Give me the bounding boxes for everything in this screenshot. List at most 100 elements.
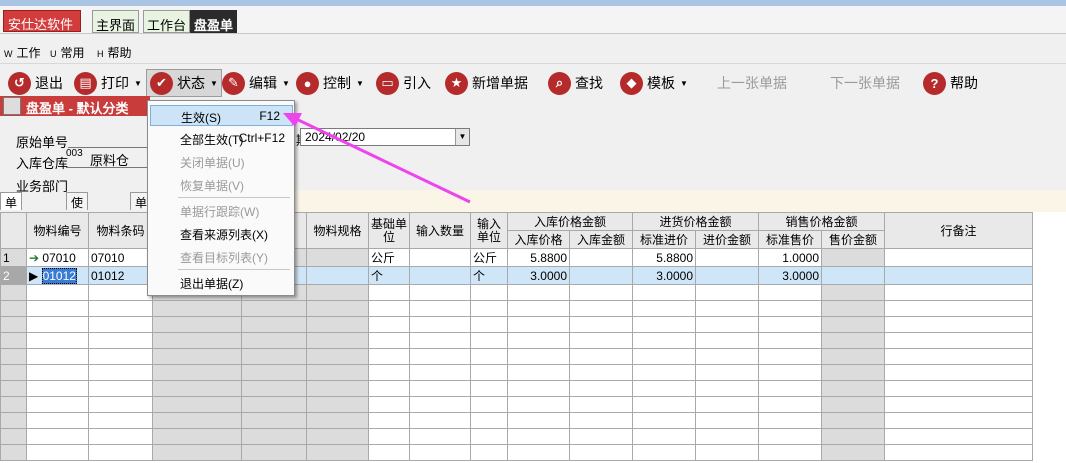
empty-cell[interactable] <box>241 412 307 429</box>
empty-cell[interactable] <box>821 316 885 333</box>
empty-cell[interactable] <box>152 364 242 381</box>
cell-barcode[interactable]: 01012 <box>88 266 153 285</box>
empty-cell[interactable] <box>569 300 633 317</box>
empty-cell[interactable] <box>758 284 822 301</box>
empty-cell[interactable] <box>88 428 153 445</box>
empty-cell[interactable] <box>368 364 410 381</box>
empty-cell[interactable] <box>88 332 153 349</box>
empty-cell[interactable] <box>241 444 307 461</box>
menu-item-exit-document[interactable]: 退出单据(Z) <box>150 272 293 293</box>
empty-cell[interactable] <box>306 348 369 365</box>
empty-cell[interactable] <box>632 380 696 397</box>
new-document-button[interactable]: ★ 新增单据 <box>445 69 528 97</box>
col-std-cost[interactable]: 标准进价 <box>632 230 696 249</box>
empty-cell[interactable] <box>409 348 471 365</box>
empty-cell[interactable] <box>507 364 570 381</box>
empty-cell[interactable] <box>821 396 885 413</box>
empty-cell[interactable] <box>409 444 471 461</box>
empty-row[interactable] <box>0 380 1033 397</box>
empty-cell[interactable] <box>821 444 885 461</box>
empty-cell[interactable] <box>695 444 759 461</box>
cell-input-unit[interactable]: 个 <box>470 266 508 285</box>
empty-cell[interactable] <box>695 316 759 333</box>
cell-input-qty[interactable] <box>409 248 471 267</box>
empty-cell[interactable] <box>409 332 471 349</box>
cell-in-amount[interactable] <box>569 248 633 267</box>
empty-cell[interactable] <box>695 332 759 349</box>
cell-std-cost[interactable]: 3.0000 <box>632 266 696 285</box>
empty-cell[interactable] <box>152 396 242 413</box>
empty-cell[interactable] <box>470 428 508 445</box>
empty-row[interactable] <box>0 332 1033 349</box>
empty-cell[interactable] <box>507 316 570 333</box>
cell-note[interactable] <box>884 266 1033 285</box>
cell-std-sale[interactable]: 1.0000 <box>758 248 822 267</box>
empty-cell[interactable] <box>758 332 822 349</box>
empty-cell[interactable] <box>368 300 410 317</box>
empty-cell[interactable] <box>306 316 369 333</box>
cell-in-amount[interactable] <box>569 266 633 285</box>
empty-cell[interactable] <box>470 348 508 365</box>
empty-row[interactable] <box>0 428 1033 445</box>
cell-code[interactable]: ▶ 01012 <box>26 266 89 285</box>
empty-cell[interactable] <box>368 316 410 333</box>
empty-cell[interactable] <box>758 396 822 413</box>
empty-row[interactable] <box>0 348 1033 365</box>
empty-cell[interactable] <box>470 364 508 381</box>
col-in-amount[interactable]: 入库金额 <box>569 230 633 249</box>
empty-cell[interactable] <box>26 396 89 413</box>
empty-cell[interactable] <box>758 444 822 461</box>
empty-cell[interactable] <box>758 364 822 381</box>
cell-spec[interactable] <box>306 248 369 267</box>
empty-cell[interactable] <box>821 364 885 381</box>
empty-cell[interactable] <box>821 300 885 317</box>
empty-cell[interactable] <box>241 316 307 333</box>
empty-cell[interactable] <box>88 348 153 365</box>
menu-item-view-source[interactable]: 查看来源列表(X) <box>150 223 293 244</box>
empty-cell[interactable] <box>409 396 471 413</box>
help-button[interactable]: ? 帮助 <box>923 69 978 97</box>
menu-item-activate[interactable]: 生效(S) F12 <box>150 105 293 126</box>
empty-cell[interactable] <box>632 316 696 333</box>
empty-cell[interactable] <box>632 428 696 445</box>
cell-sale-amount[interactable] <box>821 248 885 267</box>
empty-cell[interactable] <box>26 428 89 445</box>
empty-cell[interactable] <box>569 428 633 445</box>
empty-cell[interactable] <box>368 332 410 349</box>
col-spec[interactable]: 物料规格 <box>306 212 369 249</box>
empty-cell[interactable] <box>884 348 1033 365</box>
next-document-button[interactable]: 下一张单据 <box>830 69 900 97</box>
empty-cell[interactable] <box>241 380 307 397</box>
empty-cell[interactable] <box>368 396 410 413</box>
empty-cell[interactable] <box>569 332 633 349</box>
warehouse-field[interactable] <box>66 167 148 168</box>
empty-cell[interactable] <box>821 412 885 429</box>
empty-cell[interactable] <box>306 444 369 461</box>
empty-cell[interactable] <box>821 428 885 445</box>
cell-note[interactable] <box>884 248 1033 267</box>
empty-cell[interactable] <box>368 284 410 301</box>
empty-cell[interactable] <box>884 380 1033 397</box>
status-button[interactable]: ✔ 状态 ▼ <box>146 69 222 97</box>
empty-cell[interactable] <box>470 412 508 429</box>
empty-cell[interactable] <box>409 284 471 301</box>
find-button[interactable]: ⌕ 查找 <box>548 69 603 97</box>
cell-in-price[interactable]: 3.0000 <box>507 266 570 285</box>
empty-cell[interactable] <box>306 380 369 397</box>
cell-input-qty[interactable] <box>409 266 471 285</box>
empty-cell[interactable] <box>26 348 89 365</box>
empty-cell[interactable] <box>884 316 1033 333</box>
empty-cell[interactable] <box>88 284 153 301</box>
empty-cell[interactable] <box>88 316 153 333</box>
empty-row[interactable] <box>0 364 1033 381</box>
menu-item-line-tracking[interactable]: 单据行跟踪(W) <box>150 200 293 221</box>
empty-cell[interactable] <box>821 380 885 397</box>
empty-cell[interactable] <box>884 284 1033 301</box>
empty-cell[interactable] <box>821 348 885 365</box>
empty-cell[interactable] <box>152 300 242 317</box>
empty-cell[interactable] <box>306 396 369 413</box>
empty-cell[interactable] <box>569 412 633 429</box>
empty-cell[interactable] <box>470 284 508 301</box>
empty-cell[interactable] <box>470 316 508 333</box>
empty-cell[interactable] <box>632 284 696 301</box>
